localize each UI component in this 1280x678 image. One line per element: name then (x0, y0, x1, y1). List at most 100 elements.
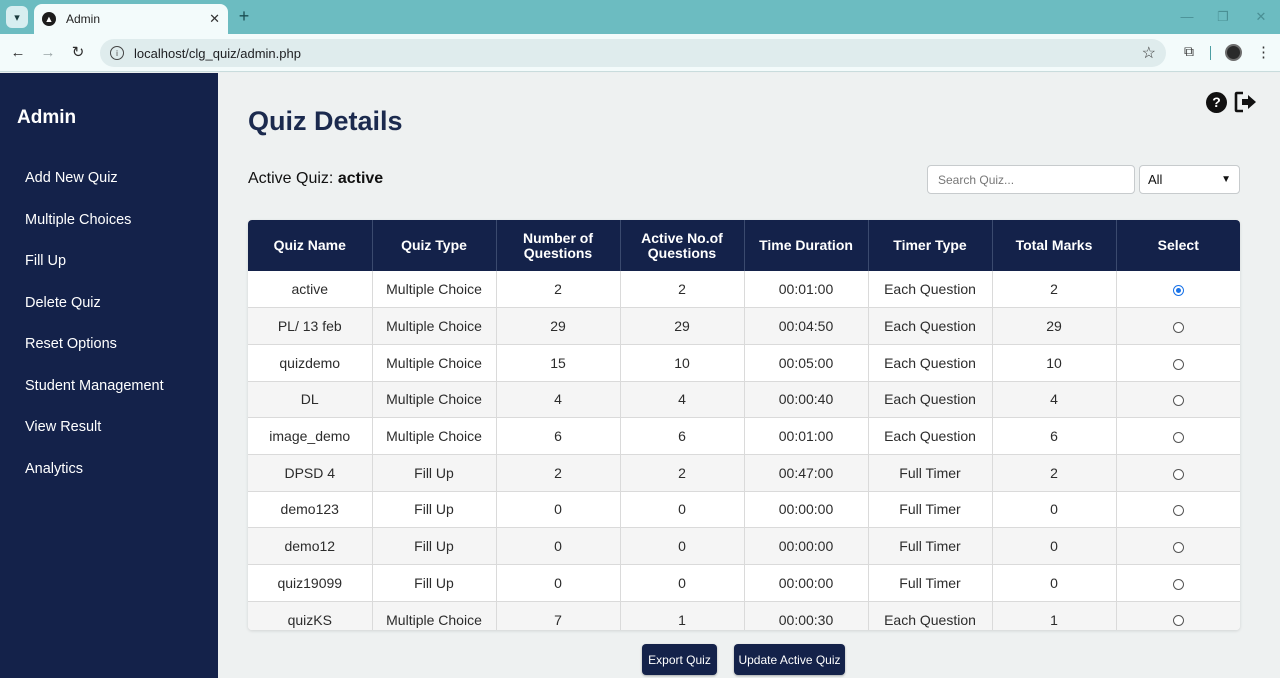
forward-icon[interactable]: → (38, 43, 58, 63)
cell-select (1116, 344, 1240, 382)
cell-total-marks: 10 (992, 344, 1117, 382)
select-quiz-radio[interactable] (1172, 358, 1184, 370)
cell-quiz-type: Multiple Choice (372, 271, 497, 309)
sidebar-item-delete-quiz[interactable]: Delete Quiz (25, 295, 101, 311)
cell-select (1116, 527, 1240, 565)
col-header-total-marks: Total Marks (992, 220, 1117, 271)
restore-icon[interactable]: ❐ (1212, 8, 1234, 26)
table-row[interactable]: quizdemo Multiple Choice 15 10 00:05:00 Each … (248, 344, 1240, 382)
new-tab-icon[interactable]: + (234, 6, 254, 28)
cell-active-questions: 0 (620, 564, 745, 602)
quiz-type-filter-select[interactable]: All ▼ (1139, 165, 1240, 194)
cell-active-questions: 1 (620, 601, 745, 630)
select-quiz-radio[interactable] (1172, 615, 1184, 627)
cell-active-questions: 29 (620, 307, 745, 345)
select-quiz-radio[interactable] (1172, 578, 1184, 590)
cell-active-questions: 2 (620, 271, 745, 309)
chevron-down-icon: ▼ (1221, 174, 1231, 185)
cell-quiz-name: DPSD 4 (248, 454, 373, 492)
sidebar-item-analytics[interactable]: Analytics (25, 461, 83, 477)
bookmark-star-icon[interactable]: ☆ (1142, 43, 1156, 63)
select-quiz-radio[interactable] (1172, 395, 1184, 407)
select-quiz-radio[interactable] (1172, 505, 1184, 517)
cell-total-marks: 0 (992, 491, 1117, 529)
cell-quiz-type: Fill Up (372, 454, 497, 492)
url-text[interactable]: localhost/clg_quiz/admin.php (134, 46, 1142, 61)
browser-tab[interactable]: ▲ Admin ✕ (34, 4, 228, 34)
search-quiz-input[interactable] (927, 165, 1135, 194)
select-quiz-radio[interactable] (1172, 541, 1184, 553)
table-row[interactable]: DPSD 4 Fill Up 2 2 00:47:00 Full Timer 2 (248, 454, 1240, 492)
cell-time-duration: 00:00:40 (744, 381, 869, 419)
cell-timer-type: Each Question (868, 381, 993, 419)
cell-quiz-type: Fill Up (372, 527, 497, 565)
active-quiz-value: active (337, 170, 384, 187)
filter-selected-value: All (1148, 172, 1163, 187)
cell-quiz-name: quiz19099 (248, 564, 373, 602)
cell-select (1116, 491, 1240, 529)
sidebar-item-student-management[interactable]: Student Management (25, 378, 164, 394)
select-quiz-radio[interactable] (1172, 431, 1184, 443)
cell-total-marks: 0 (992, 527, 1117, 565)
cell-quiz-type: Multiple Choice (372, 344, 497, 382)
cell-num-questions: 29 (496, 307, 621, 345)
logout-icon[interactable] (1234, 91, 1258, 113)
favicon-icon: ▲ (42, 12, 56, 26)
minimize-icon[interactable]: — (1176, 8, 1198, 26)
col-header-quiz-type: Quiz Type (372, 220, 497, 271)
sidebar-item-add-new-quiz[interactable]: Add New Quiz (25, 170, 118, 186)
help-icon[interactable]: ? (1206, 92, 1227, 113)
table-row[interactable]: quizKS Multiple Choice 7 1 00:00:30 Each Ques… (248, 601, 1240, 630)
extensions-icon[interactable]: ⧉ (1180, 43, 1198, 61)
url-field[interactable]: i localhost/clg_quiz/admin.php ☆ (100, 39, 1166, 67)
select-quiz-radio[interactable] (1172, 284, 1184, 296)
close-window-icon[interactable]: ✕ (1250, 8, 1272, 26)
cell-num-questions: 0 (496, 491, 621, 529)
tab-search-icon[interactable]: ▾ (6, 6, 28, 28)
reload-icon[interactable]: ↻ (68, 43, 88, 63)
profile-avatar[interactable] (1225, 44, 1242, 61)
cell-quiz-name: quizKS (248, 601, 373, 630)
sidebar-item-view-result[interactable]: View Result (25, 419, 101, 435)
cell-timer-type: Full Timer (868, 454, 993, 492)
cell-quiz-name: quizdemo (248, 344, 373, 382)
sidebar-item-reset-options[interactable]: Reset Options (25, 336, 117, 352)
cell-num-questions: 2 (496, 454, 621, 492)
cell-time-duration: 00:04:50 (744, 307, 869, 345)
table-header-row: Quiz Name Quiz Type Number of Questions … (248, 220, 1240, 271)
table-row[interactable]: demo12 Fill Up 0 0 00:00:00 Full Timer 0 (248, 527, 1240, 565)
cell-timer-type: Full Timer (868, 564, 993, 602)
cell-time-duration: 00:01:00 (744, 271, 869, 309)
address-bar: ← → ↻ i localhost/clg_quiz/admin.php ☆ ⧉… (0, 34, 1280, 72)
select-quiz-radio[interactable] (1172, 468, 1184, 480)
table-row[interactable]: active Multiple Choice 2 2 00:01:00 Each Ques… (248, 271, 1240, 309)
cell-select (1116, 417, 1240, 455)
table-row[interactable]: PL/ 13 feb Multiple Choice 29 29 00:04:50 Eac… (248, 307, 1240, 345)
update-active-quiz-button[interactable]: Update Active Quiz (734, 644, 845, 675)
table-row[interactable]: image_demo Multiple Choice 6 6 00:01:00 Each … (248, 417, 1240, 455)
cell-time-duration: 00:47:00 (744, 454, 869, 492)
select-quiz-radio[interactable] (1172, 321, 1184, 333)
cell-quiz-name: image_demo (248, 417, 373, 455)
back-icon[interactable]: ← (8, 43, 28, 63)
quiz-table: Quiz Name Quiz Type Number of Questions … (248, 220, 1240, 630)
sidebar-item-fill-up[interactable]: Fill Up (25, 253, 66, 269)
cell-quiz-name: DL (248, 381, 373, 419)
close-tab-icon[interactable]: ✕ (209, 11, 220, 27)
table-row[interactable]: DL Multiple Choice 4 4 00:00:40 Each Question… (248, 381, 1240, 419)
cell-total-marks: 29 (992, 307, 1117, 345)
more-menu-icon[interactable]: ⋮ (1256, 43, 1271, 61)
table-row[interactable]: demo123 Fill Up 0 0 00:00:00 Full Timer 0 (248, 491, 1240, 529)
cell-num-questions: 0 (496, 527, 621, 565)
cell-select (1116, 454, 1240, 492)
site-info-icon[interactable]: i (110, 46, 124, 60)
cell-select (1116, 381, 1240, 419)
table-row[interactable]: quiz19099 Fill Up 0 0 00:00:00 Full Timer 0 (248, 564, 1240, 602)
sidebar-item-multiple-choices[interactable]: Multiple Choices (25, 212, 131, 228)
cell-select (1116, 307, 1240, 345)
main-content: Quiz Details ? Active Quiz: active All ▼… (218, 73, 1280, 678)
sidebar: Admin Add New Quiz Multiple Choices Fill… (0, 73, 218, 678)
export-quiz-button[interactable]: Export Quiz (642, 644, 717, 675)
cell-time-duration: 00:00:30 (744, 601, 869, 630)
cell-quiz-type: Fill Up (372, 564, 497, 602)
